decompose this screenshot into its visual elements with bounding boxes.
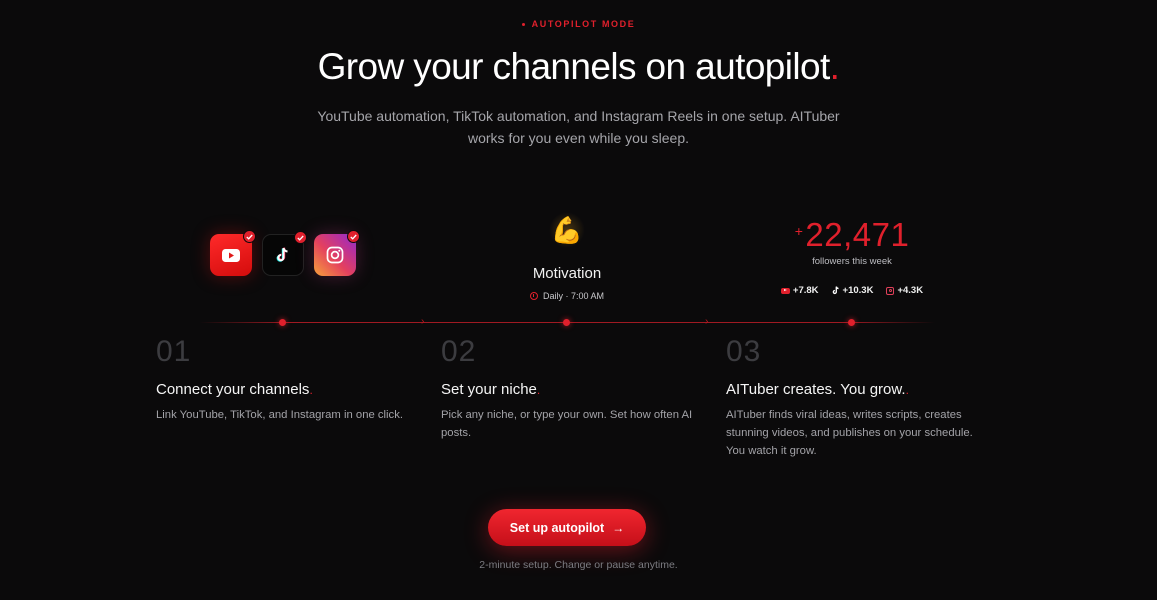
instagram-icon [886, 286, 895, 295]
step-title: Connect your channels. [156, 381, 313, 398]
step-number: 01 [156, 335, 192, 368]
timeline-dot [563, 319, 570, 326]
chevron-right-icon: › [421, 316, 425, 327]
page-title: Grow your channels on autopilot. [317, 46, 840, 87]
followers-stat: +22,471 followers this week +7.8K +10.3K… [752, 212, 952, 296]
check-icon [294, 231, 307, 244]
step-2: 02 Set your niche. Pick any niche, or ty… [441, 335, 706, 442]
followers-count: +22,471 [794, 216, 910, 253]
eyebrow-label: AUTOPILOT MODE [0, 19, 1157, 29]
setup-note: 2-minute setup. Change or pause anytime. [479, 559, 678, 571]
chevron-right-icon: › [705, 316, 709, 327]
tiktok-icon[interactable] [262, 231, 307, 276]
tiktok-gain: +10.3K [832, 285, 873, 296]
step-1: 01 Connect your channels. Link YouTube, … [156, 335, 421, 424]
flexed-biceps-icon: 💪 [549, 212, 585, 248]
eyebrow-dot [521, 23, 525, 27]
step-3: 03 AITuber creates. You grow.. AITuber f… [726, 335, 991, 460]
step-title: AITuber creates. You grow.. [726, 381, 909, 398]
youtube-gain: +7.8K [780, 285, 819, 296]
step-number: 03 [726, 335, 762, 368]
instagram-gain: +4.3K [886, 285, 923, 296]
instagram-icon[interactable] [314, 230, 360, 276]
check-icon [243, 230, 256, 243]
step-number: 02 [441, 335, 477, 368]
youtube-icon[interactable] [210, 230, 256, 276]
step-description: Pick any niche, or type your own. Set ho… [441, 409, 693, 439]
autopilot-section: AUTOPILOT MODE Grow your channels on aut… [0, 0, 1157, 600]
arrow-right-icon: → [612, 520, 625, 535]
check-icon [347, 230, 360, 243]
timeline-dot [848, 319, 855, 326]
followers-label: followers this week [812, 256, 892, 267]
tiktok-icon [832, 286, 839, 295]
followers-breakdown: +7.8K +10.3K +4.3K [752, 285, 952, 296]
step-description: Link YouTube, TikTok, and Instagram in o… [156, 409, 403, 421]
niche-card: 💪 Motivation Daily · 7:00 AM [487, 212, 647, 301]
page-subtitle: YouTube automation, TikTok automation, a… [317, 108, 840, 146]
step-title: Set your niche. [441, 381, 541, 398]
timeline-dot [279, 319, 286, 326]
connected-platforms [210, 230, 360, 276]
clock-icon [529, 292, 538, 300]
youtube-icon [780, 287, 790, 294]
schedule-label: Daily · 7:00 AM [487, 291, 647, 301]
setup-autopilot-button[interactable]: Set up autopilot → [488, 509, 646, 546]
niche-label: Motivation [532, 265, 602, 282]
step-description: AITuber finds viral ideas, writes script… [726, 409, 973, 457]
